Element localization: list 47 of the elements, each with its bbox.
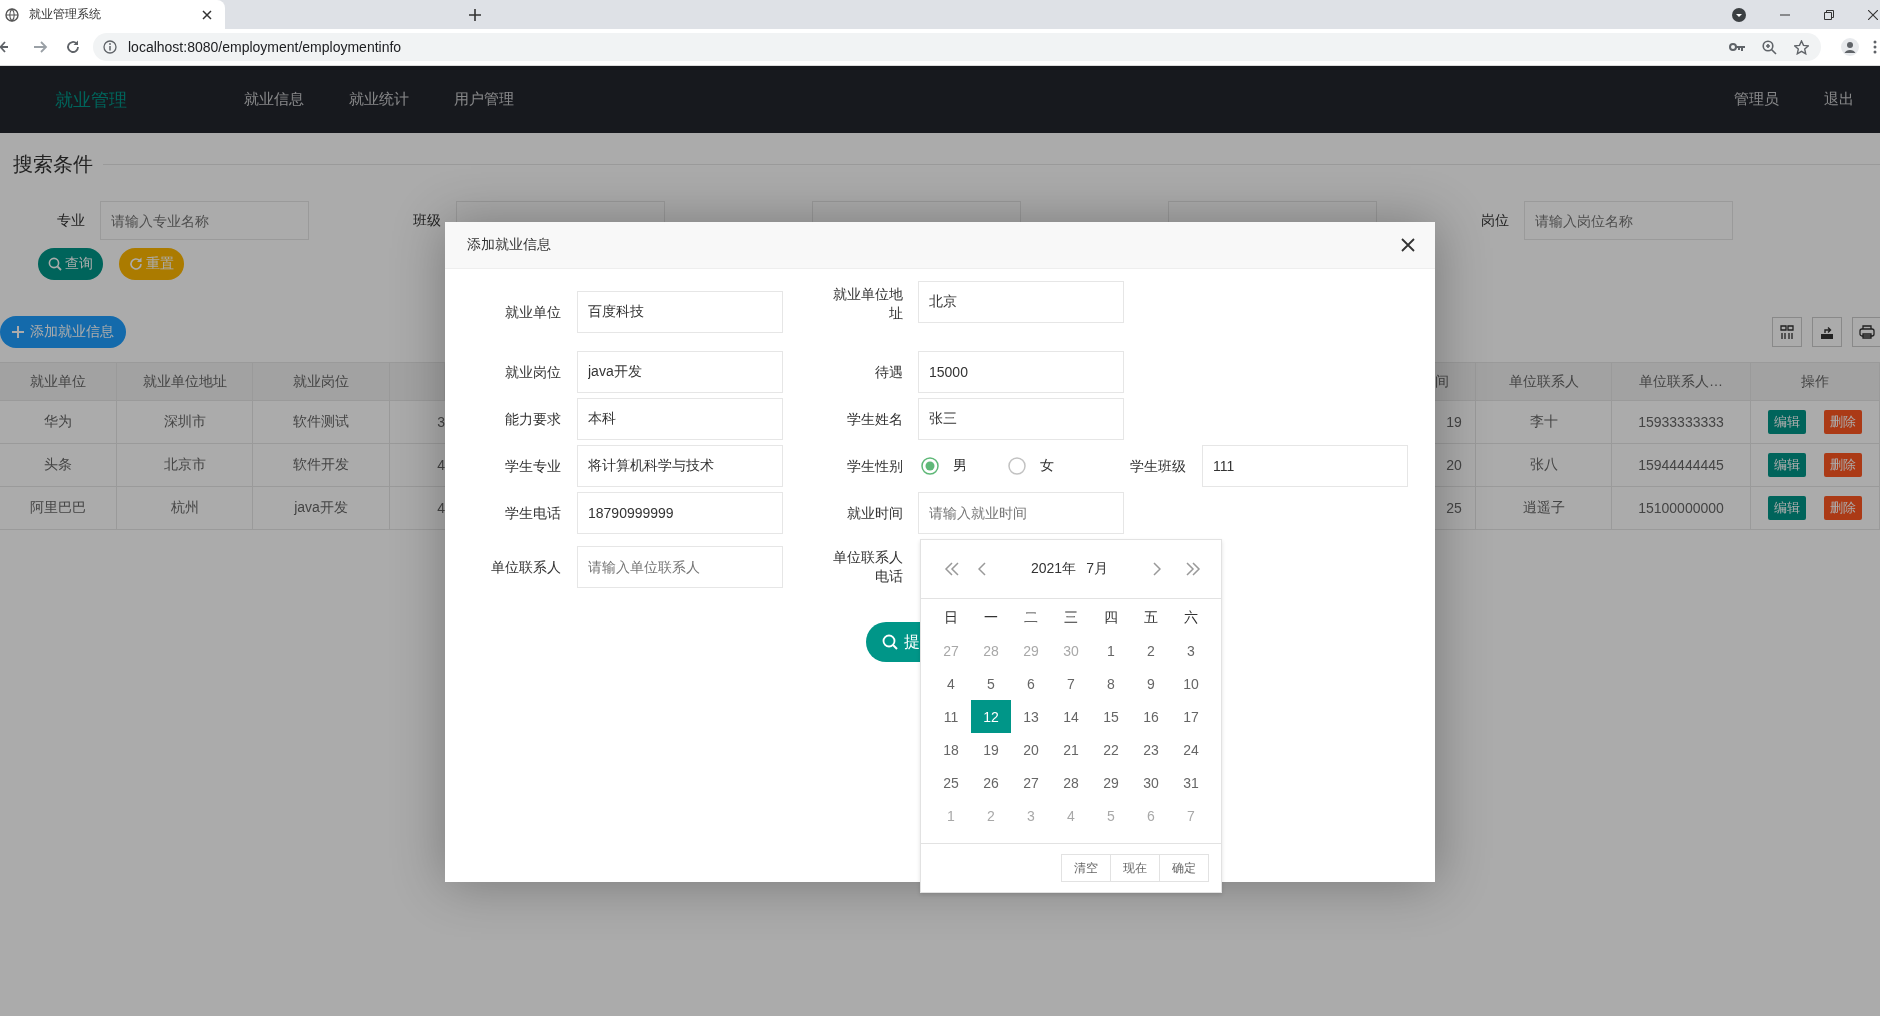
- form-label: 就业单位: [504, 303, 561, 322]
- table-cell: 深圳市: [117, 401, 253, 444]
- column-header: 就业单位地址: [117, 363, 253, 401]
- weekday-label: 一: [983, 607, 999, 627]
- table-cell: 北京市: [117, 444, 253, 487]
- table-cell: 李十: [1476, 401, 1612, 444]
- form-label: 单位联系人电话: [832, 548, 903, 586]
- table-cell: 逍遥子: [1476, 487, 1612, 530]
- table-cell: 15944444445: [1612, 444, 1751, 487]
- table-cell: 头条: [0, 444, 117, 487]
- table-cell: 软件测试: [253, 401, 390, 444]
- table-cell: 15100000000: [1612, 487, 1751, 530]
- table-cell: 张八: [1476, 444, 1612, 487]
- table-cell: 软件开发: [253, 444, 390, 487]
- form-label: 学生电话: [504, 503, 561, 523]
- table-cell: 华为: [0, 401, 117, 444]
- weekday-label: 三: [1063, 607, 1079, 627]
- field-label: 专业: [56, 211, 85, 230]
- column-header: 单位联系人: [1476, 363, 1612, 401]
- form-label: 学生班级: [1129, 456, 1186, 476]
- form-label: 就业单位地址: [832, 285, 903, 323]
- column-header: 间: [1433, 363, 1476, 401]
- field-label: 岗位: [1480, 211, 1509, 230]
- form-label: 学生性别: [846, 456, 903, 476]
- table-cell: java开发: [253, 487, 390, 530]
- column-header: 就业岗位: [253, 363, 390, 401]
- column-header: 单位联系人…: [1612, 363, 1751, 401]
- weekday-label: 四: [1103, 607, 1119, 627]
- weekday-label: 日: [943, 607, 959, 627]
- column-header: 就业单位: [0, 363, 117, 401]
- form-label: 能力要求: [504, 409, 561, 429]
- weekday-label: 五: [1143, 607, 1159, 627]
- table-cell: 阿里巴巴: [0, 487, 117, 530]
- table-cell: 15933333333: [1612, 401, 1751, 444]
- weekday-label: 六: [1183, 607, 1199, 627]
- section-title: 搜索条件: [13, 151, 93, 177]
- form-label: 单位联系人: [490, 557, 561, 577]
- column-header: 操作: [1751, 363, 1880, 401]
- form-label: 就业岗位: [504, 362, 561, 382]
- form-label: 学生姓名: [846, 409, 903, 429]
- field-label: 班级: [412, 211, 441, 230]
- dialog-title: 添加就业信息: [467, 236, 551, 254]
- weekday-label: 二: [1023, 607, 1039, 627]
- form-label: 就业时间: [846, 503, 903, 523]
- form-label: 学生专业: [504, 456, 561, 476]
- form-label: 待遇: [874, 362, 903, 382]
- table-cell: 杭州: [117, 487, 253, 530]
